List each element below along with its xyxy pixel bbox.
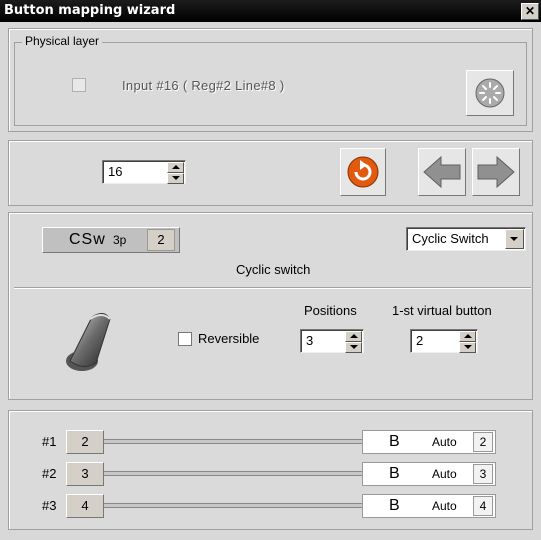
- spin-up-button[interactable]: [167, 162, 184, 173]
- auto-number: 2: [473, 432, 493, 452]
- input-number-value: 16: [108, 164, 123, 179]
- first-virtual-up-button[interactable]: [459, 331, 476, 342]
- positions-spinner[interactable]: 3: [300, 329, 364, 353]
- virtual-target[interactable]: B Auto 4: [362, 494, 496, 518]
- physical-layer-label: Physical layer: [22, 34, 103, 48]
- auto-label: Auto: [432, 467, 457, 481]
- virtual-target[interactable]: B Auto 2: [362, 430, 496, 454]
- back-button[interactable]: [418, 148, 466, 196]
- title-bar: Button mapping wizard ✕: [0, 0, 541, 22]
- input-number-spinner[interactable]: 16: [102, 160, 186, 184]
- mapping-index: #2: [42, 466, 57, 481]
- physical-button[interactable]: 2: [66, 430, 104, 454]
- auto-label: Auto: [432, 435, 457, 449]
- first-virtual-value: 2: [416, 333, 424, 348]
- mode-select-value: Cyclic Switch: [412, 231, 489, 246]
- physical-button[interactable]: 4: [66, 494, 104, 518]
- first-virtual-down-button[interactable]: [459, 342, 476, 353]
- arrow-left-icon: [423, 155, 461, 189]
- positions-down-button[interactable]: [345, 342, 362, 353]
- csw-badge[interactable]: CSw 3p 2: [42, 227, 180, 253]
- auto-label: Auto: [432, 499, 457, 513]
- virtual-target[interactable]: B Auto 3: [362, 462, 496, 486]
- first-virtual-label: 1-st virtual button: [392, 303, 492, 318]
- physical-checkbox[interactable]: [72, 78, 86, 92]
- forward-button[interactable]: [472, 148, 520, 196]
- refresh-icon: [347, 156, 379, 188]
- mapping-link: [104, 435, 408, 446]
- first-virtual-spinner[interactable]: 2: [410, 329, 478, 353]
- spin-down-button[interactable]: [167, 173, 184, 184]
- positions-label: Positions: [304, 303, 357, 318]
- chevron-down-icon[interactable]: [505, 229, 524, 249]
- divider: [14, 287, 531, 288]
- csw-num: 2: [147, 229, 175, 251]
- mapping-link: [104, 499, 408, 510]
- target-label: B: [389, 497, 400, 514]
- csw-sub: 3p: [113, 233, 127, 247]
- mode-select[interactable]: Cyclic Switch: [406, 227, 526, 251]
- target-label: B: [389, 465, 400, 482]
- positions-up-button[interactable]: [345, 331, 362, 342]
- arrow-right-icon: [477, 155, 515, 189]
- mapping-index: #3: [42, 498, 57, 513]
- reversible-checkbox[interactable]: [178, 332, 192, 346]
- sun-icon: [475, 78, 505, 108]
- mapping-link: [104, 467, 408, 478]
- auto-number: 3: [473, 464, 493, 484]
- reversible-label: Reversible: [198, 331, 260, 346]
- positions-value: 3: [306, 333, 314, 348]
- mode-description: Cyclic switch: [236, 262, 311, 277]
- physical-button[interactable]: 3: [66, 462, 104, 486]
- mapping-index: #1: [42, 434, 57, 449]
- csw-label: CSw: [69, 231, 106, 248]
- input-label: Input #16 ( Reg#2 Line#8 ): [122, 78, 285, 93]
- window-title: Button mapping wizard: [4, 3, 176, 18]
- close-button[interactable]: ✕: [521, 3, 539, 20]
- target-label: B: [389, 433, 400, 450]
- auto-number: 4: [473, 496, 493, 516]
- refresh-button[interactable]: [340, 148, 386, 196]
- sun-action-button[interactable]: [466, 70, 514, 116]
- knob-icon: [66, 313, 111, 371]
